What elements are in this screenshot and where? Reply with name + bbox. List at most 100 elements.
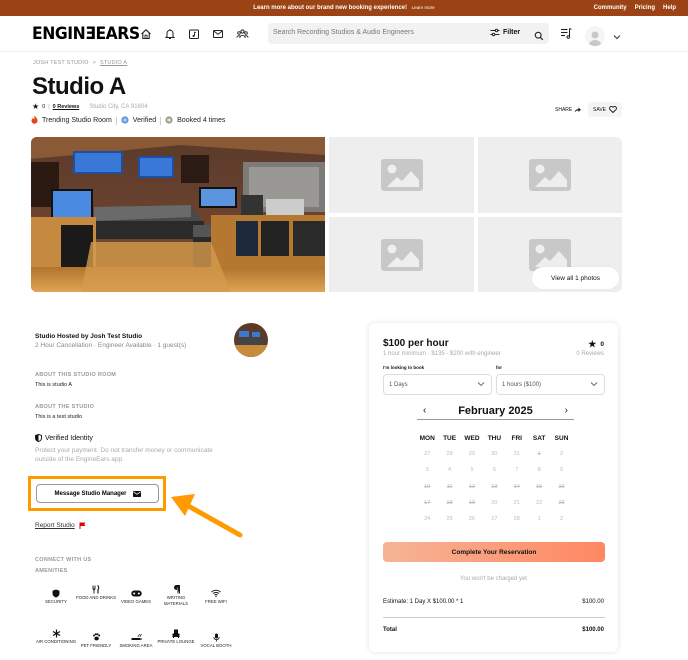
search-icon[interactable]: [534, 28, 544, 46]
reviews-link[interactable]: 0 Reviews: [53, 104, 80, 110]
amenity-video-games: VIDEO GAMES: [115, 588, 157, 605]
calendar-day[interactable]: 28: [506, 516, 528, 532]
calendar-day[interactable]: 11: [438, 484, 460, 500]
calendar-month: February 2025: [458, 405, 533, 417]
price-per-hour: $100 per hour: [383, 338, 449, 349]
account-chevron-down-icon[interactable]: [613, 27, 621, 45]
top-navigation: ENGINƎEARS Search Recording Studios & Au…: [0, 16, 688, 52]
home-icon[interactable]: [139, 27, 153, 41]
calendar-day[interactable]: 24: [416, 516, 438, 532]
filter-button[interactable]: Filter: [490, 28, 520, 37]
host-avatar[interactable]: [234, 323, 268, 357]
weekday-header: TUE: [443, 435, 457, 442]
calendar-day[interactable]: 9: [550, 467, 572, 483]
calendar-day[interactable]: 12: [461, 484, 483, 500]
calendar-day[interactable]: 16: [550, 484, 572, 500]
community-icon[interactable]: [235, 27, 249, 41]
breadcrumb-separator: >: [92, 60, 96, 66]
banner-link-help[interactable]: Help: [663, 5, 676, 11]
music-folder-icon[interactable]: [187, 27, 201, 41]
calendar-day[interactable]: 26: [461, 516, 483, 532]
calendar-day[interactable]: 17: [416, 500, 438, 516]
view-all-photos-button[interactable]: View all 1 photos: [532, 267, 619, 289]
save-button[interactable]: SAVE: [588, 102, 622, 117]
calendar-day[interactable]: 23: [550, 500, 572, 516]
calendar-day[interactable]: 1: [528, 516, 550, 532]
verified-identity-heading: Verified Identity: [35, 434, 93, 442]
calendar-day[interactable]: 3: [416, 467, 438, 483]
main-studio-photo[interactable]: [31, 137, 325, 292]
report-studio-link[interactable]: Report Studio: [35, 522, 75, 529]
shield-half-icon: [35, 434, 42, 442]
host-subtitle: 2 Hour Cancellation · Engineer Available…: [35, 342, 187, 349]
engineears-logo[interactable]: ENGINƎEARS: [32, 24, 140, 44]
share-button[interactable]: SHARE: [555, 107, 582, 113]
chevron-down-icon: [477, 382, 485, 387]
calendar-day[interactable]: 31: [506, 451, 528, 467]
amenity-security: SECURITY: [35, 588, 77, 605]
badge-divider: [115, 116, 117, 125]
wifi-icon: [195, 588, 237, 598]
calendar-day[interactable]: 27: [483, 516, 505, 532]
calendar-day[interactable]: 7: [506, 467, 528, 483]
placeholder-photo[interactable]: [478, 137, 622, 213]
search-bar[interactable]: Search Recording Studios & Audio Enginee…: [268, 23, 549, 44]
calendar-week-row: 27 28 29 30 31 1 2: [416, 451, 573, 467]
about-studio-label: ABOUT THE STUDIO: [35, 404, 95, 410]
calendar-day[interactable]: 27: [416, 451, 438, 467]
mail-icon[interactable]: [211, 27, 225, 41]
complete-reservation-button[interactable]: Complete Your Reservation: [383, 542, 605, 562]
breadcrumb-parent[interactable]: JOSH TEST STUDIO: [33, 60, 89, 66]
message-studio-manager-button[interactable]: Message Studio Manager: [36, 484, 159, 503]
playlist-icon[interactable]: [560, 27, 573, 45]
calendar-day[interactable]: 19: [461, 500, 483, 516]
banner-link-pricing[interactable]: Pricing: [635, 5, 655, 11]
next-month-button[interactable]: ›: [565, 405, 568, 416]
booked-badge-icon: [165, 115, 173, 126]
banner-learn-more-link[interactable]: Learn more: [412, 5, 435, 10]
calendar-day[interactable]: 8: [528, 467, 550, 483]
amenities-label: AMENITIES: [35, 568, 68, 574]
calendar-day[interactable]: 21: [506, 500, 528, 516]
calendar-day[interactable]: 2: [550, 451, 572, 467]
photo-gallery: [31, 137, 622, 292]
calendar-day[interactable]: 14: [506, 484, 528, 500]
total-divider: [383, 617, 605, 618]
weekday-header: FRI: [511, 435, 522, 442]
breadcrumb-current[interactable]: STUDIO A: [100, 60, 127, 66]
placeholder-photo[interactable]: [329, 217, 474, 292]
user-avatar[interactable]: [585, 26, 605, 46]
chevron-down-icon: [590, 382, 598, 387]
placeholder-photo[interactable]: [329, 137, 474, 213]
calendar-day[interactable]: 4: [438, 467, 460, 483]
search-input[interactable]: Search Recording Studios & Audio Enginee…: [273, 29, 414, 36]
report-studio[interactable]: Report Studio: [35, 522, 86, 529]
rating-divider: |: [48, 103, 50, 110]
shield-icon: [35, 588, 77, 598]
calendar-day[interactable]: 29: [461, 451, 483, 467]
rating-row: ★ 0 | 0 Reviews Studio City, CA 91604: [32, 102, 148, 111]
calendar-day[interactable]: 20: [483, 500, 505, 516]
calendar-day[interactable]: 13: [483, 484, 505, 500]
badge-verified: Verified: [132, 117, 157, 124]
book-duration-select[interactable]: 1 Days: [383, 374, 492, 395]
calendar-day[interactable]: 15: [528, 484, 550, 500]
calendar-day[interactable]: 28: [438, 451, 460, 467]
calendar-day[interactable]: 1: [528, 451, 550, 467]
banner-link-community[interactable]: Community: [594, 5, 627, 11]
calendar-day[interactable]: 10: [416, 484, 438, 500]
calendar-day[interactable]: 6: [483, 467, 505, 483]
calendar-day[interactable]: 25: [438, 516, 460, 532]
hours-select[interactable]: 1 hours ($100): [496, 374, 605, 395]
calendar-day[interactable]: 18: [438, 500, 460, 516]
calendar-day[interactable]: 30: [483, 451, 505, 467]
smoking-icon: [115, 632, 157, 642]
calendar-day[interactable]: 2: [550, 516, 572, 532]
fire-icon: [31, 115, 38, 126]
message-button-label: Message Studio Manager: [54, 490, 127, 497]
weekday-header: SUN: [554, 435, 569, 442]
calendar-day[interactable]: 5: [461, 467, 483, 483]
bell-icon[interactable]: [163, 27, 177, 41]
amenity-private-lounge: PRIVATE LOUNGE: [155, 628, 197, 645]
calendar-day[interactable]: 22: [528, 500, 550, 516]
